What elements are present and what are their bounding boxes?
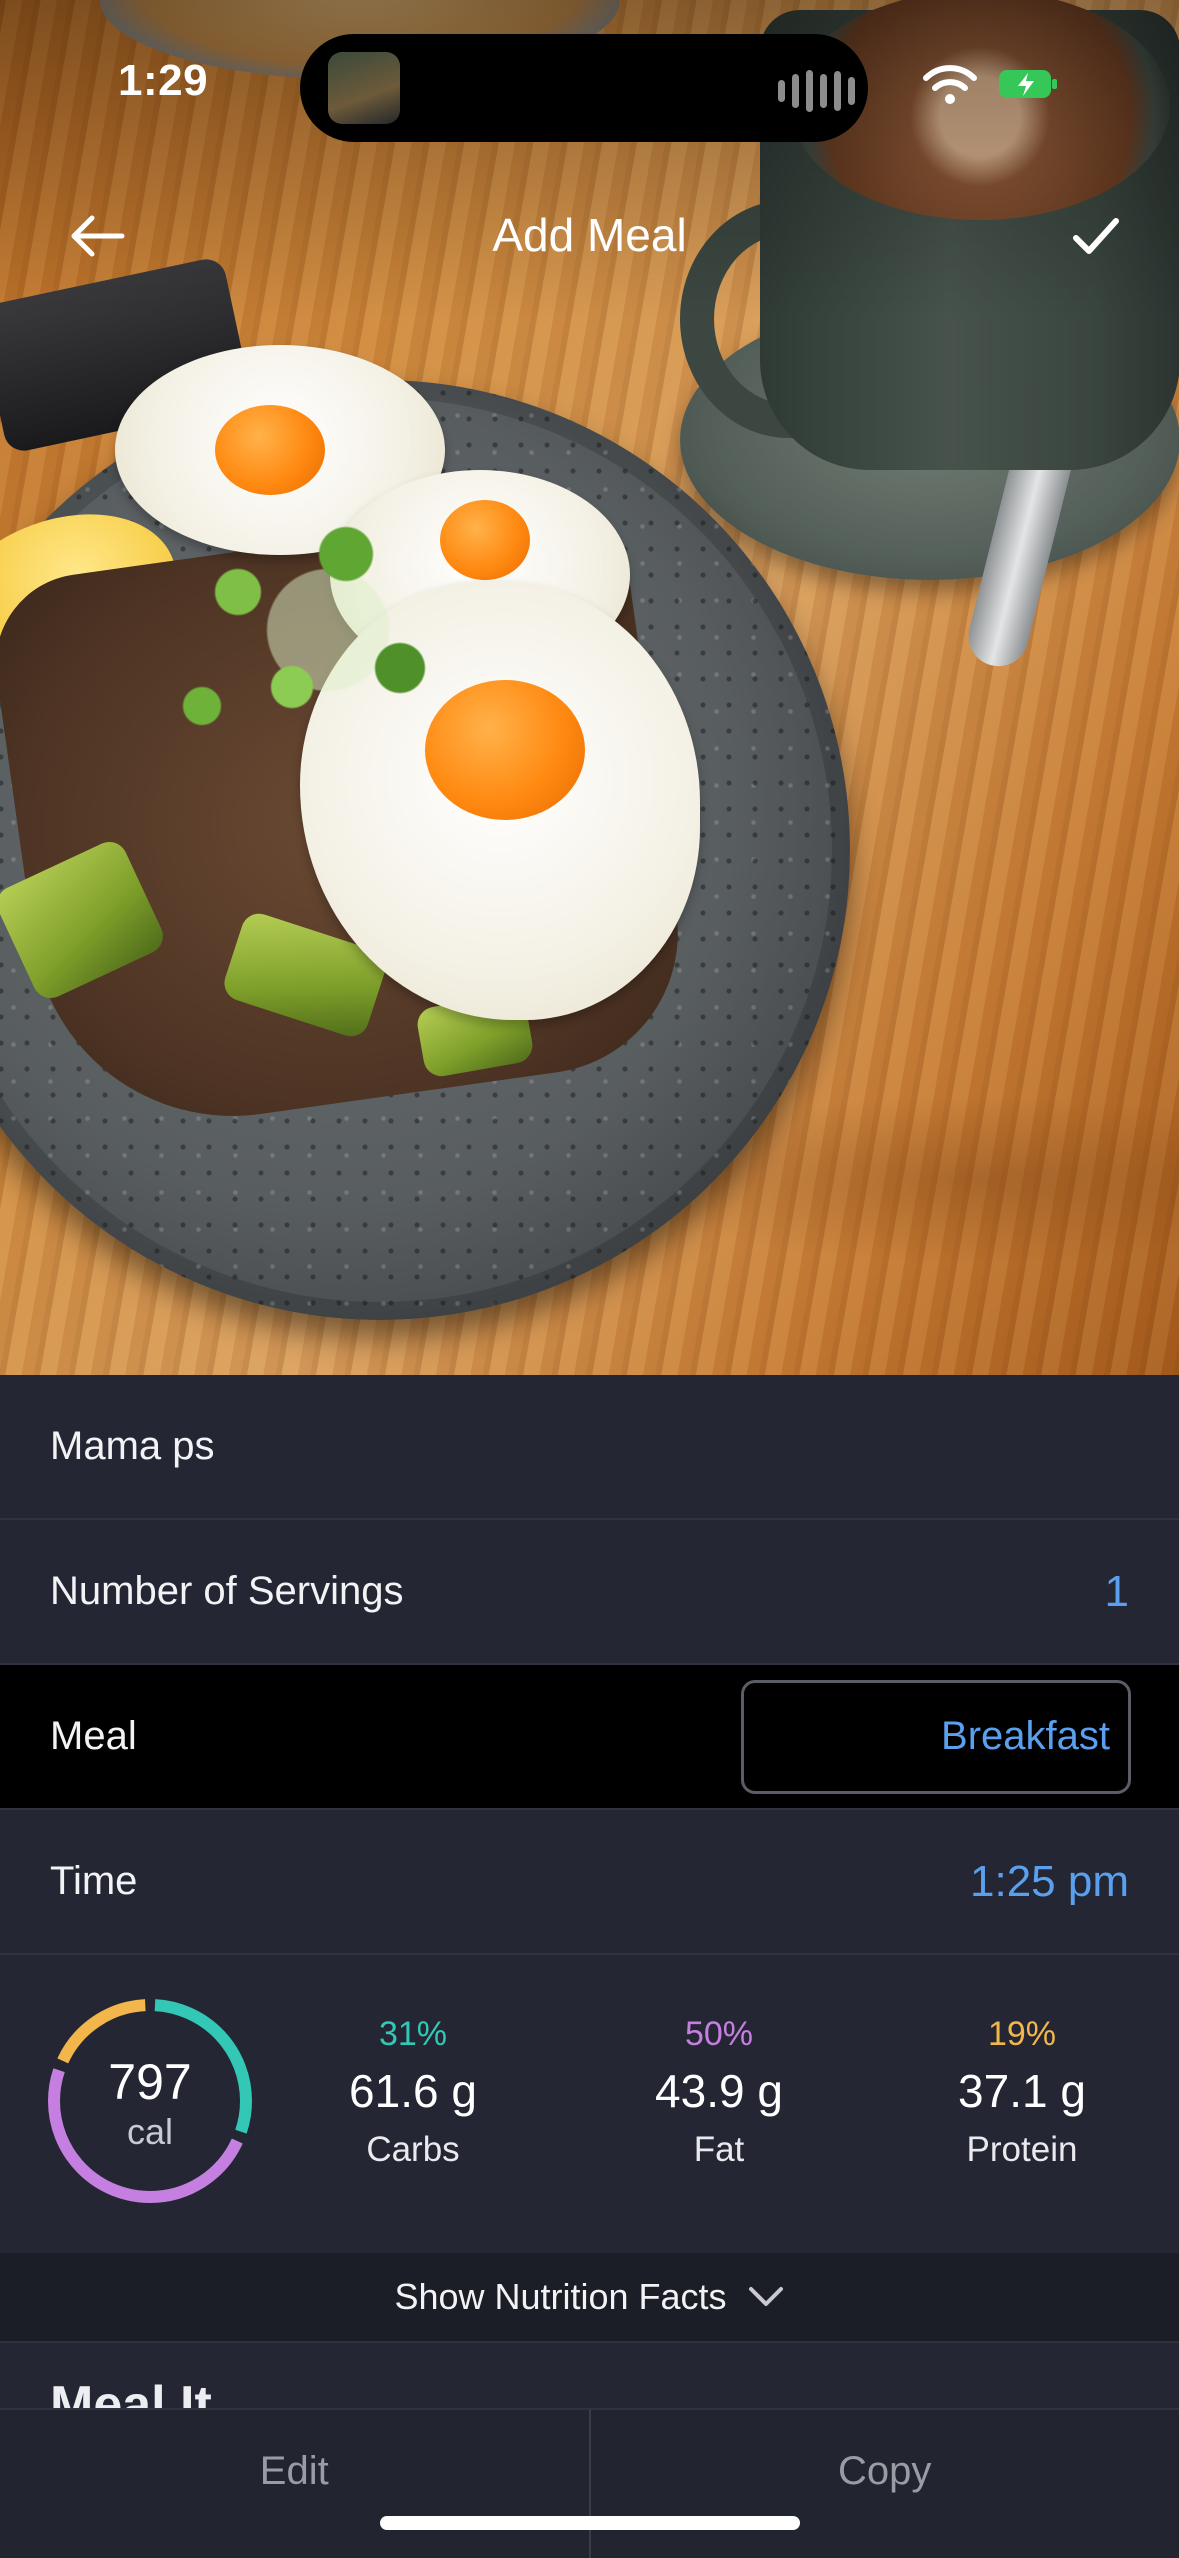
edit-button-label: Edit: [260, 2449, 329, 2494]
calorie-unit: cal: [42, 2111, 258, 2153]
meal-photo: [0, 0, 1179, 1375]
macro-protein: 19% 37.1 g Protein: [892, 2015, 1152, 2170]
meal-type-value: Breakfast: [941, 1714, 1110, 1759]
page-title: Add Meal: [0, 208, 1179, 262]
copy-button[interactable]: Copy: [591, 2410, 1179, 2558]
calorie-count: 797: [42, 2053, 258, 2111]
macro-name: Protein: [892, 2130, 1152, 2170]
servings-value[interactable]: 1: [1105, 1567, 1129, 1617]
meal-name-value: Mama ps: [50, 1424, 215, 1469]
wifi-icon: [922, 62, 978, 106]
show-nutrition-facts-label: Show Nutrition Facts: [394, 2276, 726, 2318]
battery-charging-icon: [998, 68, 1058, 100]
meal-name-field[interactable]: Mama ps: [0, 1375, 1179, 1520]
servings-label: Number of Servings: [50, 1569, 403, 1614]
macro-percent: 31%: [283, 2015, 543, 2054]
show-nutrition-facts-button[interactable]: Show Nutrition Facts: [0, 2253, 1179, 2343]
home-indicator[interactable]: [380, 2516, 800, 2530]
copy-button-label: Copy: [838, 2449, 931, 2494]
checkmark-icon: [1072, 216, 1120, 256]
macro-value: 37.1 g: [892, 2064, 1152, 2118]
chevron-down-icon: [747, 2285, 785, 2309]
bottom-action-bar: Edit Copy: [0, 2408, 1179, 2558]
macro-percent: 50%: [589, 2015, 849, 2054]
servings-row[interactable]: Number of Servings 1: [0, 1520, 1179, 1665]
now-playing-artwork[interactable]: [328, 52, 400, 124]
macro-percent: 19%: [892, 2015, 1152, 2054]
time-row[interactable]: Time 1:25 pm: [0, 1810, 1179, 1955]
meal-type-row[interactable]: Meal Breakfast: [0, 1665, 1179, 1810]
confirm-button[interactable]: [1060, 200, 1132, 272]
nutrition-summary: 797 cal 31% 61.6 g Carbs 50% 43.9 g Fat …: [0, 1955, 1179, 2255]
macro-carbs: 31% 61.6 g Carbs: [283, 2015, 543, 2170]
macro-value: 43.9 g: [589, 2064, 849, 2118]
status-time: 1:29: [118, 56, 208, 106]
time-label: Time: [50, 1859, 137, 1904]
meal-type-selector[interactable]: Breakfast: [741, 1680, 1131, 1794]
meal-type-label: Meal: [50, 1714, 137, 1759]
macro-value: 61.6 g: [283, 2064, 543, 2118]
time-value[interactable]: 1:25 pm: [970, 1857, 1129, 1907]
macro-name: Fat: [589, 2130, 849, 2170]
audio-waveform-icon: [778, 70, 855, 112]
macro-name: Carbs: [283, 2130, 543, 2170]
edit-button[interactable]: Edit: [0, 2410, 589, 2558]
macro-fat: 50% 43.9 g Fat: [589, 2015, 849, 2170]
